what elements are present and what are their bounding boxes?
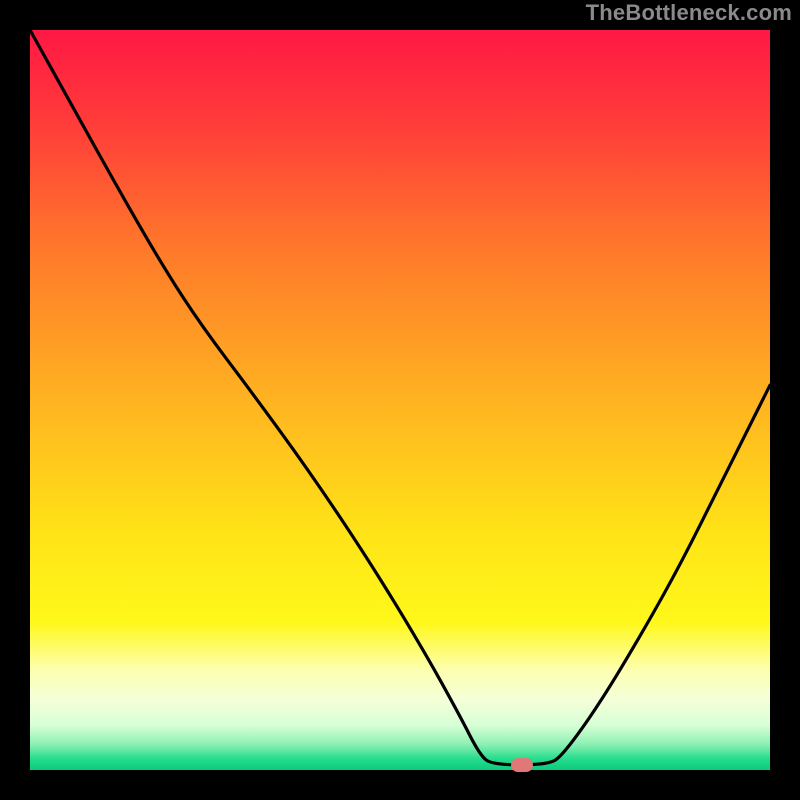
optimal-point-marker <box>511 758 533 772</box>
bottleneck-plot <box>30 30 770 770</box>
chart-frame: TheBottleneck.com <box>0 0 800 800</box>
gradient-background <box>30 30 770 770</box>
watermark-text: TheBottleneck.com <box>586 0 792 26</box>
